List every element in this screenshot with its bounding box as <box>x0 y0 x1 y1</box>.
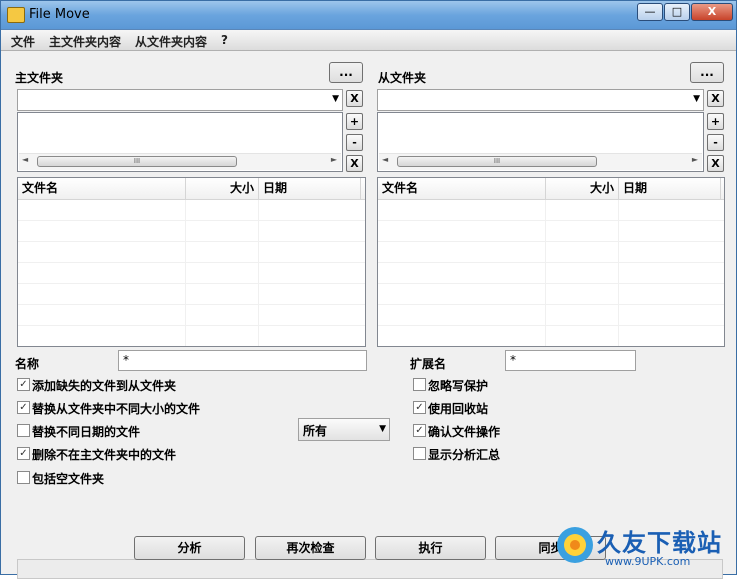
slave-folder-combo[interactable]: ▼ <box>377 89 704 111</box>
option-replace-date-label[interactable]: 替换不同日期的文件 <box>32 423 140 440</box>
table-row[interactable] <box>378 221 724 242</box>
title-bar[interactable]: File Move — □ X <box>1 1 736 30</box>
column-header-filename[interactable]: 文件名 <box>378 178 546 199</box>
client-area: 主文件夹 ... ▼ X ◄ III ► + - X 文件名 大小 日期 从文件… <box>1 51 736 579</box>
option-recycle-bin-checkbox[interactable]: ✓ <box>413 401 426 414</box>
table-row[interactable] <box>378 200 724 221</box>
window-title: File Move <box>29 7 90 22</box>
scroll-left-icon[interactable]: ◄ <box>22 155 28 164</box>
name-filter-input[interactable]: * <box>118 350 367 371</box>
slave-remove-button[interactable]: - <box>707 134 724 151</box>
column-header-date[interactable]: 日期 <box>619 178 721 199</box>
analyze-button[interactable]: 分析 <box>134 536 245 560</box>
option-replace-size-checkbox[interactable]: ✓ <box>17 401 30 414</box>
close-button[interactable]: X <box>691 3 733 21</box>
chevron-down-icon: ▼ <box>379 424 386 434</box>
execute-button[interactable]: 执行 <box>375 536 486 560</box>
master-clear-button[interactable]: X <box>346 90 363 107</box>
slave-clear-button[interactable]: X <box>707 90 724 107</box>
scroll-thumb[interactable]: III <box>397 156 597 167</box>
checkmark-icon: ✓ <box>415 425 424 436</box>
slave-list-scrollbar[interactable]: ◄ III ► <box>379 153 702 170</box>
menu-slave-folder-content[interactable]: 从文件夹内容 <box>135 33 207 50</box>
table-row[interactable] <box>18 200 365 221</box>
master-list-scrollbar[interactable]: ◄ III ► <box>19 153 341 170</box>
option-ignore-readonly-label[interactable]: 忽略写保护 <box>428 377 488 394</box>
slave-remove-all-button[interactable]: X <box>707 155 724 172</box>
slave-browse-button[interactable]: ... <box>690 62 724 83</box>
table-row[interactable] <box>18 221 365 242</box>
table-row[interactable] <box>378 263 724 284</box>
master-file-table[interactable]: 文件名 大小 日期 <box>17 177 366 347</box>
slave-table-header: 文件名 大小 日期 <box>378 178 724 200</box>
scroll-right-icon[interactable]: ► <box>331 155 337 164</box>
main-window: File Move — □ X 文件 主文件夹内容 从文件夹内容 ? 主文件夹 … <box>0 0 737 579</box>
name-filter-label: 名称 <box>15 357 40 371</box>
scroll-thumb[interactable]: III <box>37 156 237 167</box>
option-replace-size-label[interactable]: 替换从文件夹中不同大小的文件 <box>32 400 200 417</box>
column-header-size[interactable]: 大小 <box>186 178 259 199</box>
option-delete-missing-label[interactable]: 删除不在主文件夹中的文件 <box>32 446 176 463</box>
slave-folder-list[interactable]: ◄ III ► <box>377 112 704 172</box>
option-include-empty-label[interactable]: 包括空文件夹 <box>32 470 104 487</box>
option-ignore-readonly-checkbox[interactable] <box>413 378 426 391</box>
maximize-button[interactable]: □ <box>664 3 690 21</box>
option-show-summary-label[interactable]: 显示分析汇总 <box>428 446 500 463</box>
menu-master-folder-content[interactable]: 主文件夹内容 <box>49 33 121 50</box>
option-recycle-bin-label[interactable]: 使用回收站 <box>428 400 488 417</box>
table-row[interactable] <box>378 242 724 263</box>
master-add-button[interactable]: + <box>346 113 363 130</box>
option-add-missing-checkbox[interactable]: ✓ <box>17 378 30 391</box>
checkmark-icon: ✓ <box>19 448 28 459</box>
table-row[interactable] <box>378 305 724 326</box>
table-row[interactable] <box>378 326 724 346</box>
watermark-brand: 久友下载站 <box>597 529 722 557</box>
table-row[interactable] <box>18 242 365 263</box>
checkmark-icon: ✓ <box>415 402 424 413</box>
master-table-header: 文件名 大小 日期 <box>18 178 365 200</box>
column-header-filename[interactable]: 文件名 <box>18 178 186 199</box>
checkmark-icon: ✓ <box>19 379 28 390</box>
table-row[interactable] <box>378 284 724 305</box>
option-replace-date-checkbox[interactable] <box>17 424 30 437</box>
date-mode-value: 所有 <box>303 424 328 438</box>
option-show-summary-checkbox[interactable] <box>413 447 426 460</box>
slave-folder-label: 从文件夹 <box>378 71 427 85</box>
extension-filter-input[interactable]: * <box>505 350 636 371</box>
column-header-date[interactable]: 日期 <box>259 178 361 199</box>
scroll-left-icon[interactable]: ◄ <box>382 155 388 164</box>
table-row[interactable] <box>18 326 365 346</box>
table-row[interactable] <box>18 263 365 284</box>
slave-file-table[interactable]: 文件名 大小 日期 <box>377 177 725 347</box>
column-header-size[interactable]: 大小 <box>546 178 619 199</box>
folder-app-icon <box>7 7 25 23</box>
option-delete-missing-checkbox[interactable]: ✓ <box>17 447 30 460</box>
extension-filter-label: 扩展名 <box>410 357 447 371</box>
menu-bar: 文件 主文件夹内容 从文件夹内容 ? <box>1 30 736 51</box>
master-folder-combo[interactable]: ▼ <box>17 89 343 111</box>
option-include-empty-checkbox[interactable] <box>17 471 30 484</box>
site-watermark: 久友下载站 www.9UPK.com <box>553 517 737 573</box>
option-confirm-ops-label[interactable]: 确认文件操作 <box>428 423 500 440</box>
recheck-button[interactable]: 再次检查 <box>255 536 366 560</box>
menu-help[interactable]: ? <box>221 33 228 47</box>
table-row[interactable] <box>18 284 365 305</box>
option-confirm-ops-checkbox[interactable]: ✓ <box>413 424 426 437</box>
table-row[interactable] <box>18 305 365 326</box>
master-browse-button[interactable]: ... <box>329 62 363 83</box>
slave-add-button[interactable]: + <box>707 113 724 130</box>
menu-file[interactable]: 文件 <box>11 33 35 50</box>
master-folder-label: 主文件夹 <box>15 71 64 85</box>
minimize-button[interactable]: — <box>637 3 663 21</box>
date-mode-select[interactable]: 所有 ▼ <box>298 418 390 441</box>
scroll-right-icon[interactable]: ► <box>692 155 698 164</box>
option-add-missing-label[interactable]: 添加缺失的文件到从文件夹 <box>32 377 176 394</box>
master-folder-list[interactable]: ◄ III ► <box>17 112 343 172</box>
master-remove-all-button[interactable]: X <box>346 155 363 172</box>
chevron-down-icon: ▼ <box>693 94 700 104</box>
checkmark-icon: ✓ <box>19 402 28 413</box>
master-remove-button[interactable]: - <box>346 134 363 151</box>
chevron-down-icon: ▼ <box>332 94 339 104</box>
watermark-url: www.9UPK.com <box>605 555 691 568</box>
